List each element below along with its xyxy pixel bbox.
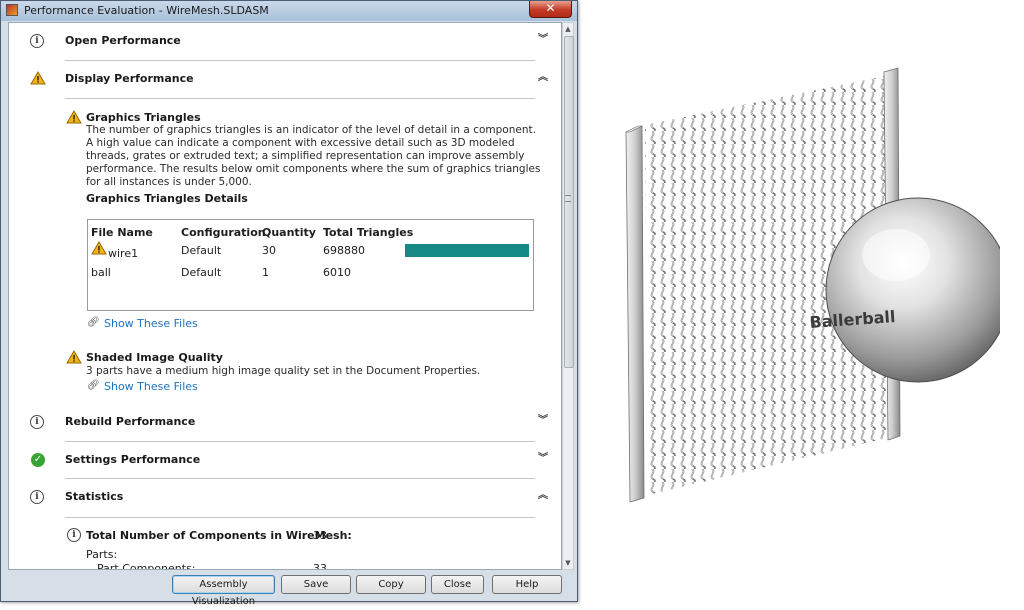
- section-open-performance[interactable]: Open Performance: [65, 34, 181, 47]
- divider: [65, 60, 535, 61]
- row-total-triangles: 6010: [323, 266, 351, 279]
- left-post: [625, 125, 645, 503]
- divider: [65, 98, 535, 99]
- chevron-down-icon[interactable]: ︾: [538, 35, 548, 45]
- section-statistics[interactable]: Statistics: [65, 490, 123, 503]
- section-display-performance[interactable]: Display Performance: [65, 72, 194, 85]
- assembly-visualization-button[interactable]: Assembly Visualization: [172, 575, 275, 607]
- parts-label: Parts:: [86, 548, 118, 561]
- performance-evaluation-window: Performance Evaluation - WireMesh.SLDASM…: [0, 0, 578, 607]
- button-bar: Assembly Visualization Save Copy Close H…: [1, 570, 577, 607]
- graphics-triangles-details-title: Graphics Triangles Details: [86, 192, 248, 205]
- total-components-value: 33: [313, 529, 327, 542]
- column-header-file-name: File Name: [91, 226, 153, 239]
- divider: [65, 478, 535, 479]
- info-icon: i: [30, 415, 44, 429]
- window-title: Performance Evaluation - WireMesh.SLDASM: [24, 4, 269, 17]
- chevron-up-icon[interactable]: ︽: [538, 491, 548, 501]
- shaded-image-quality-title: Shaded Image Quality: [86, 351, 223, 364]
- ball: [825, 197, 1000, 383]
- row-total-triangles: 698880: [323, 244, 365, 257]
- help-button[interactable]: Help: [492, 575, 562, 594]
- divider: [65, 441, 535, 442]
- part-components-label: Part Components:: [97, 562, 196, 570]
- info-icon: i: [67, 528, 81, 542]
- column-header-total-triangles: Total Triangles: [323, 226, 414, 239]
- save-button[interactable]: Save: [281, 575, 351, 594]
- close-button[interactable]: Close: [431, 575, 484, 594]
- triangles-bar: [405, 244, 529, 257]
- column-header-configuration: Configuration: [181, 226, 266, 239]
- chevron-up-icon[interactable]: ︽: [538, 73, 548, 83]
- row-configuration: Default: [181, 244, 222, 257]
- show-these-files-link[interactable]: Show These Files: [104, 380, 198, 393]
- part-components-value: 33: [313, 562, 327, 570]
- scroll-down-icon[interactable]: ▼: [564, 558, 572, 568]
- check-icon: ✓: [31, 453, 45, 467]
- evaluation-content: i Open Performance ︾ Display Performance…: [8, 22, 562, 570]
- warning-icon: [30, 71, 46, 85]
- title-bar[interactable]: Performance Evaluation - WireMesh.SLDASM…: [1, 1, 577, 21]
- grip-icon: [565, 195, 571, 202]
- section-settings-performance[interactable]: Settings Performance: [65, 453, 200, 466]
- scroll-up-icon[interactable]: ▲: [564, 24, 572, 34]
- info-icon: i: [30, 490, 44, 504]
- copy-button[interactable]: Copy: [356, 575, 426, 594]
- warning-icon: [66, 110, 82, 124]
- row-quantity: 30: [262, 244, 276, 257]
- graphics-triangles-description: The number of graphics triangles is an i…: [86, 124, 541, 188]
- scroll-thumb[interactable]: [564, 36, 574, 368]
- column-header-quantity: Quantity: [262, 226, 316, 239]
- show-these-files-link[interactable]: Show These Files: [104, 317, 198, 330]
- app-icon: [6, 4, 18, 16]
- section-rebuild-performance[interactable]: Rebuild Performance: [65, 415, 195, 428]
- window-close-button[interactable]: ✕: [529, 1, 572, 18]
- warning-icon: [66, 350, 82, 364]
- row-file-name: ball: [91, 266, 111, 279]
- wiremesh-model-render: Ballerball: [625, 67, 1000, 503]
- shaded-image-quality-description: 3 parts have a medium high image quality…: [86, 365, 481, 377]
- link-icon: 🔗︎: [87, 380, 100, 391]
- link-icon: 🔗︎: [87, 317, 100, 328]
- warning-icon: [91, 241, 107, 255]
- total-components-label: Total Number of Components in WireMesh:: [86, 529, 352, 542]
- info-icon: i: [30, 34, 44, 48]
- row-file-name: wire1: [108, 247, 139, 260]
- graphics-triangles-title: Graphics Triangles: [86, 111, 201, 124]
- chevron-down-icon[interactable]: ︾: [538, 454, 548, 464]
- vertical-scrollbar[interactable]: ▲ ▼: [562, 22, 574, 570]
- row-quantity: 1: [262, 266, 269, 279]
- divider: [65, 517, 535, 518]
- row-configuration: Default: [181, 266, 222, 279]
- chevron-down-icon[interactable]: ︾: [538, 416, 548, 426]
